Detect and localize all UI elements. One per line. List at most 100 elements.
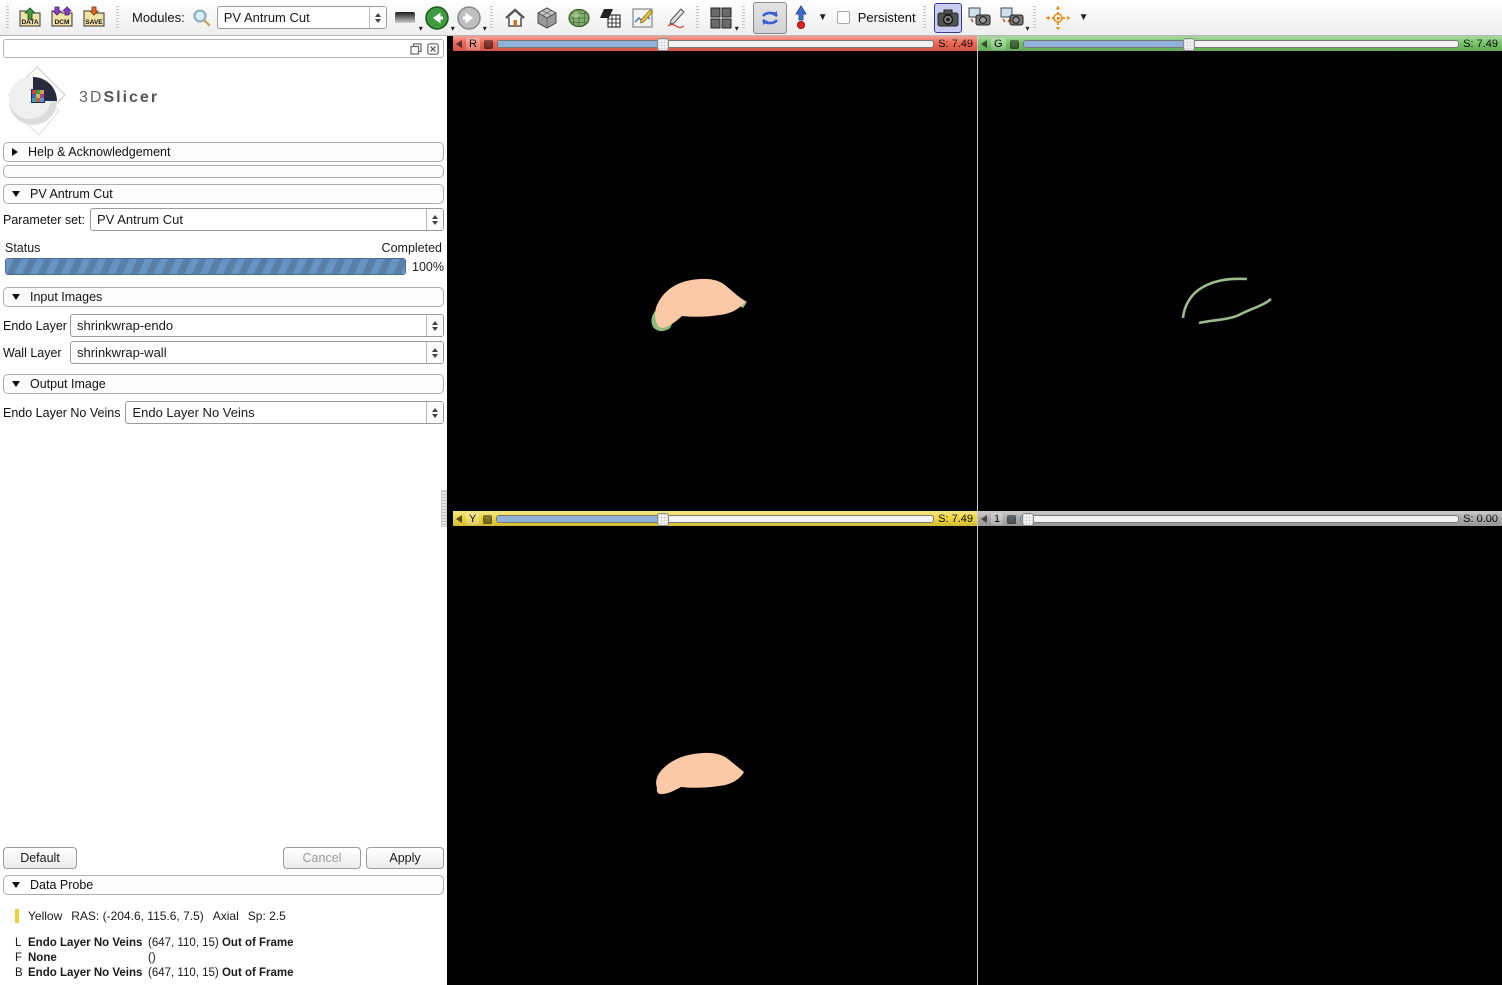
- probe-row-F: F None (): [15, 952, 156, 964]
- status-label: Status: [5, 241, 41, 255]
- fiducial-dropdown-button[interactable]: ▼: [815, 3, 831, 33]
- data-probe-section-header[interactable]: Data Probe: [3, 875, 444, 895]
- chart-edit-button[interactable]: [629, 3, 657, 33]
- red-slider-handle[interactable]: [657, 38, 670, 51]
- parameter-set-combobox[interactable]: PV Antrum Cut: [89, 208, 444, 231]
- toolbar-drag-handle[interactable]: [114, 5, 120, 30]
- chevron-down-icon: ▼: [817, 12, 828, 23]
- green-slice-slider[interactable]: [1022, 38, 1460, 51]
- toolbar-drag-handle[interactable]: [921, 5, 928, 30]
- probe-slice-name: Yellow: [28, 909, 63, 923]
- yellow-slice-viewport[interactable]: [453, 526, 977, 985]
- apply-button[interactable]: Apply: [366, 847, 444, 869]
- screenshot-camera-icon: [937, 9, 959, 26]
- yellow-slider-handle[interactable]: [656, 513, 669, 526]
- rotate-mode-button[interactable]: [752, 1, 787, 34]
- output-image-section-header[interactable]: Output Image: [3, 374, 444, 394]
- volume-cube-button[interactable]: [533, 3, 561, 33]
- progress-bar: [5, 258, 407, 275]
- green-slice-label[interactable]: G: [991, 38, 1006, 50]
- red-slice-slider[interactable]: [496, 38, 935, 51]
- parameter-set-row: Parameter set: PV Antrum Cut: [3, 208, 444, 231]
- probe-spacing: Sp: 2.5: [247, 909, 286, 923]
- red-slice-image: [651, 278, 747, 332]
- history-back-button[interactable]: ▾: [423, 3, 455, 33]
- wall-layer-combobox[interactable]: shrinkwrap-wall: [70, 341, 444, 364]
- gray-slice-slider[interactable]: [1020, 513, 1460, 526]
- persistent-checkbox[interactable]: [836, 11, 850, 24]
- chevron-down-icon: ▼: [1078, 12, 1089, 23]
- yellow-slice-offset: S: 7.49: [938, 513, 973, 525]
- home-module-button[interactable]: [501, 3, 529, 33]
- expanded-arrow-icon: [12, 294, 20, 300]
- modules-combobox[interactable]: PV Antrum Cut: [216, 6, 387, 29]
- extensions-button[interactable]: [565, 3, 593, 33]
- close-panel-icon[interactable]: [427, 42, 439, 55]
- chart-edit-icon: [632, 7, 653, 28]
- collapse-bar-arrow-icon[interactable]: [456, 515, 462, 523]
- scene-view-add-button[interactable]: ▾: [998, 3, 1030, 33]
- svg-text:SAVE: SAVE: [85, 19, 103, 26]
- place-fiducial-button[interactable]: [791, 3, 811, 33]
- red-slice-offset: S: 7.49: [938, 38, 973, 50]
- endo-layer-combobox[interactable]: shrinkwrap-endo: [70, 314, 444, 337]
- output-layer-combobox[interactable]: Endo Layer No Veins: [125, 401, 444, 424]
- collapsed-arrow-icon: [12, 148, 18, 156]
- modules-combobox-spinner[interactable]: [368, 7, 386, 28]
- module-section-header[interactable]: PV Antrum Cut: [3, 184, 444, 204]
- mesh-ruler-icon: [599, 8, 621, 27]
- collapse-bar-arrow-icon[interactable]: [981, 40, 987, 48]
- probe-ras: RAS: (-204.6, 115.6, 7.5): [71, 909, 204, 923]
- layout-grid-icon: [710, 7, 732, 28]
- output-layer-label: Endo Layer No Veins: [3, 405, 121, 420]
- mesh-ruler-button[interactable]: [597, 3, 625, 33]
- crosshair-dropdown-button[interactable]: ▼: [1076, 3, 1092, 33]
- green-slice-viewport[interactable]: [978, 51, 1502, 511]
- toolbar-drag-handle[interactable]: [694, 5, 701, 30]
- red-slice-label[interactable]: R: [466, 38, 480, 50]
- default-button[interactable]: Default: [3, 847, 77, 869]
- pin-icon[interactable]: [483, 39, 493, 49]
- panel-splitter-handle[interactable]: [441, 490, 447, 527]
- module-panel-toggle-button[interactable]: ▾: [391, 3, 423, 33]
- empty-collapse-bar: [3, 165, 444, 178]
- dicom-folder-icon: DCM: [51, 5, 73, 26]
- collapse-bar-arrow-icon[interactable]: [456, 40, 462, 48]
- yellow-slice-slider[interactable]: [496, 513, 935, 526]
- green-slider-handle[interactable]: [1182, 38, 1195, 51]
- toolbar-drag-handle[interactable]: [488, 5, 495, 30]
- collapse-bar-arrow-icon[interactable]: [981, 515, 987, 523]
- red-slice-bar: R S: 7.49: [453, 36, 977, 51]
- layout-selector-button[interactable]: ▾: [707, 3, 739, 33]
- pin-icon[interactable]: [1009, 39, 1019, 49]
- pin-icon[interactable]: [483, 514, 493, 524]
- input-images-section-header[interactable]: Input Images: [3, 287, 444, 307]
- yellow-slice-label[interactable]: Y: [466, 513, 480, 525]
- slicer-logo-text: 3DSlicer: [79, 89, 160, 106]
- module-search-button[interactable]: [191, 3, 213, 33]
- crosshair-button[interactable]: [1044, 3, 1072, 33]
- toolbar-drag-handle[interactable]: [1031, 5, 1038, 30]
- screenshot-button[interactable]: [933, 2, 962, 33]
- undock-panel-icon[interactable]: [410, 42, 422, 55]
- yellow-slice-swatch: [15, 909, 19, 923]
- save-button[interactable]: SAVE: [80, 3, 108, 33]
- help-acknowledgement-section[interactable]: Help & Acknowledgement: [3, 142, 444, 162]
- pin-icon[interactable]: [1007, 514, 1017, 524]
- markup-pencil-icon: [667, 7, 685, 28]
- load-data-button[interactable]: DATA: [16, 3, 44, 33]
- expanded-arrow-icon: [12, 381, 20, 387]
- markup-pencil-button[interactable]: [661, 3, 689, 33]
- dicom-button[interactable]: DCM: [48, 3, 76, 33]
- scene-view-button[interactable]: [966, 3, 994, 33]
- gray-slider-handle[interactable]: [1021, 513, 1034, 526]
- gray-slice-viewport[interactable]: [978, 526, 1502, 985]
- red-slice-viewport[interactable]: [453, 51, 977, 511]
- history-forward-icon: [457, 5, 481, 30]
- history-forward-button[interactable]: ▾: [455, 3, 487, 33]
- toolbar-drag-handle[interactable]: [740, 5, 747, 30]
- gray-slice-label[interactable]: 1: [991, 513, 1004, 525]
- chevron-down-icon: ▾: [734, 23, 739, 33]
- cancel-button[interactable]: Cancel: [283, 847, 361, 869]
- toolbar-drag-handle[interactable]: [4, 5, 10, 30]
